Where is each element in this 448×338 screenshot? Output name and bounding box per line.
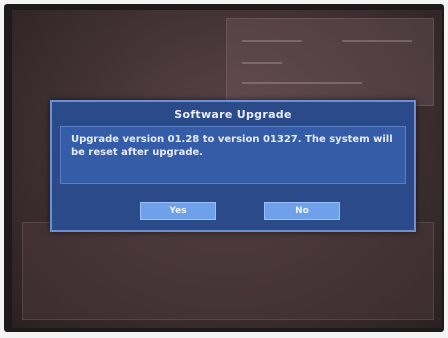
yes-button[interactable]: Yes — [140, 202, 216, 220]
background-menu-line — [242, 82, 362, 84]
no-button[interactable]: No — [264, 202, 340, 220]
tv-screen: Software Upgrade Upgrade version 01.28 t… — [12, 10, 442, 328]
dialog-message: Upgrade version 01.28 to version 01327. … — [60, 126, 406, 184]
background-menu-line — [342, 40, 412, 42]
background-lower-panel — [22, 222, 434, 320]
background-menu-line — [242, 62, 282, 64]
software-upgrade-dialog: Software Upgrade Upgrade version 01.28 t… — [50, 100, 416, 232]
tv-bezel: Software Upgrade Upgrade version 01.28 t… — [4, 4, 444, 332]
dialog-title: Software Upgrade — [174, 108, 292, 121]
background-menu-line — [242, 40, 302, 42]
